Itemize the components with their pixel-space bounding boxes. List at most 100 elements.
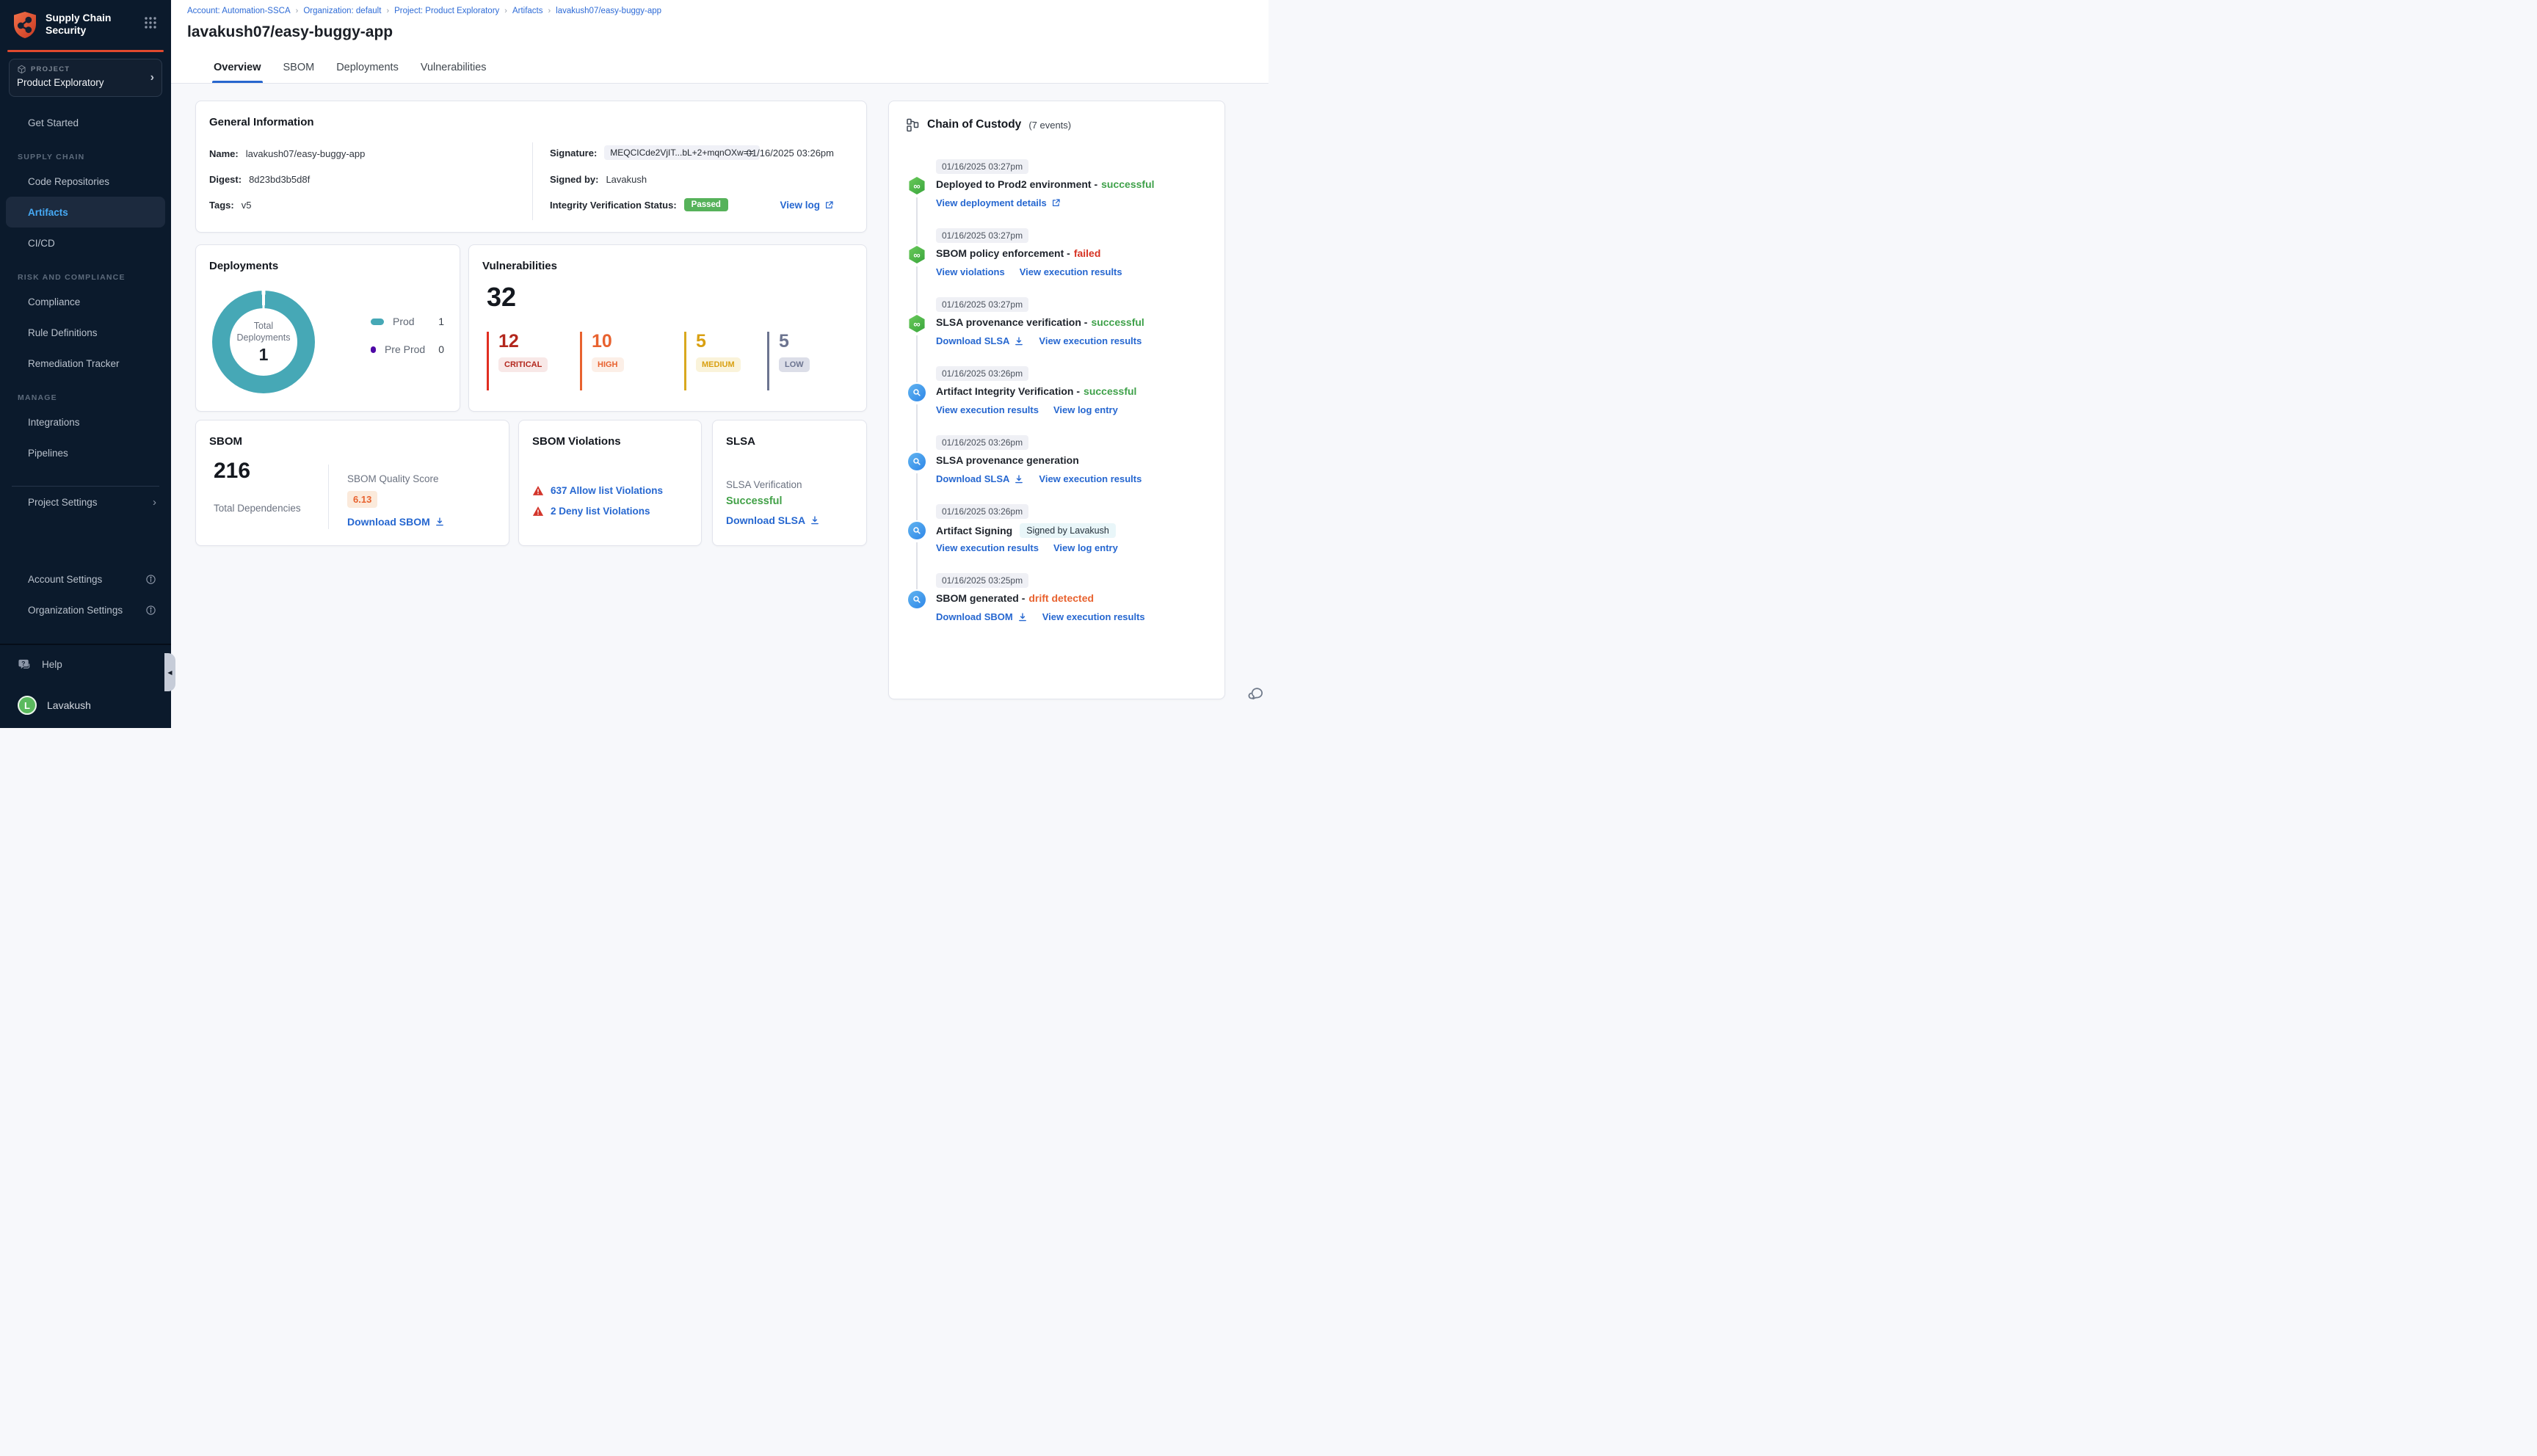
sidebar-item-compliance[interactable]: Compliance [0,286,171,317]
chevron-right-icon: › [150,71,154,84]
sidebar-collapse-handle[interactable]: ◀ [164,653,175,691]
link-label: View execution results [1042,611,1145,622]
info-icon [145,605,156,616]
link-view-log-entry[interactable]: View log entry [1053,404,1118,415]
event-title: Artifact Integrity Verification - success… [936,385,1136,397]
link-view-execution-results[interactable]: View execution results [1042,611,1145,622]
supply-chain-shield-icon [12,10,38,40]
sidebar-item-remediation-tracker[interactable]: Remediation Tracker [0,348,171,379]
link-download-slsa[interactable]: Download SLSA [936,335,1024,346]
signed-by-chip: Signed by Lavakush [1020,523,1116,538]
event-status-fail: failed [1073,247,1101,259]
event-title-text: SLSA provenance verification - [936,316,1088,328]
download-sbom-link[interactable]: Download SBOM [347,516,445,528]
sidebar-item-ci-cd[interactable]: CI/CD [0,228,171,258]
sidebar-item-project-settings[interactable]: Project Settings › [0,487,171,517]
link-label: View execution results [936,542,1039,553]
severity-block-critical: 12 CRITICAL [487,332,548,390]
sidebar-item-integrations[interactable]: Integrations [0,407,171,437]
link-download-slsa[interactable]: Download SLSA [936,473,1024,484]
breadcrumb-link-artifacts[interactable]: Artifacts [512,7,543,15]
sidebar-item-label: Remediation Tracker [28,357,120,369]
link-view-execution-results[interactable]: View execution results [1039,335,1142,346]
breadcrumb-link-account-automation-ssca[interactable]: Account: Automation-SSCA [187,7,291,15]
event-links: View deployment details [936,197,1061,208]
sbom-card: SBOM 216 Total Dependencies SBOM Quality… [195,420,509,546]
sidebar-nav: Get Started SUPPLY CHAIN Code Repositories… [0,107,171,517]
sidebar-item-label: Account Settings [28,573,103,585]
breadcrumb-link-lavakush07-easy-buggy-app[interactable]: lavakush07/easy-buggy-app [556,7,661,15]
breadcrumb-chevron-icon: › [548,7,551,15]
donut-center-label: Total Deployments [236,320,291,343]
event-title: Deployed to Prod2 environment - successfu… [936,178,1155,190]
sidebar-item-account-settings[interactable]: Account Settings [0,564,171,594]
severity-block-high: 10 HIGH [580,332,624,390]
link-label: Download SLSA [936,473,1010,484]
donut-total-value: 1 [258,344,269,364]
project-cube-icon [17,65,26,74]
sbom-total-dependencies-value: 216 [214,459,251,483]
sidebar-item-rule-definitions[interactable]: Rule Definitions [0,317,171,348]
tab-vulnerabilities[interactable]: Vulnerabilities [419,62,488,83]
module-title-line1: Supply Chain [46,12,112,23]
sidebar-item-pipelines[interactable]: Pipelines [0,437,171,468]
chain-of-custody-panel: Chain of Custody (7 events) 01/16/2025 0… [888,101,1225,699]
event-connector [916,404,918,451]
link-view-log-entry[interactable]: View log entry [1053,542,1118,553]
chevron-right-icon: › [153,495,156,509]
breadcrumb-link-project-product-exploratory[interactable]: Project: Product Exploratory [394,7,499,15]
event-status-success: successful [1091,316,1144,328]
breadcrumb-chevron-icon: › [386,7,390,15]
event-timestamp: 01/16/2025 03:27pm [936,159,1029,174]
project-selector-label: PROJECT [31,65,70,73]
link-view-violations[interactable]: View violations [936,266,1005,277]
link-view-execution-results[interactable]: View execution results [1020,266,1122,277]
feedback-chat-icon[interactable] [1246,685,1266,705]
violation-link-637-allow-list-violations[interactable]: 637 Allow list Violations [551,485,663,496]
sidebar-item-code-repositories[interactable]: Code Repositories [0,166,171,197]
sidebar-item-help[interactable]: ? Help [0,649,171,680]
user-name: Lavakush [47,699,91,711]
sidebar-item-label: Help [42,658,62,670]
link-label: View execution results [1019,266,1122,277]
event-links: Download SLSA View execution results [936,473,1142,484]
link-view-execution-results[interactable]: View execution results [1039,473,1142,484]
sidebar-section-supply-chain: SUPPLY CHAIN [18,153,85,161]
link-label: View violations [936,266,1005,277]
event-timestamp: 01/16/2025 03:25pm [936,573,1029,588]
link-view-deployment-details[interactable]: View deployment details [936,197,1061,208]
breadcrumb-link-organization-default[interactable]: Organization: default [303,7,381,15]
legend-swatch [371,346,376,353]
project-selector[interactable]: PROJECT Product Exploratory › [9,59,162,97]
tab-overview[interactable]: Overview [212,62,263,83]
event-connector [916,266,918,313]
link-view-execution-results[interactable]: View execution results [936,542,1039,553]
severity-count: 10 [592,331,612,352]
tab-deployments[interactable]: Deployments [335,62,400,83]
sbom-quality-score-label: SBOM Quality Score [347,473,439,484]
view-log-link[interactable]: View log [780,200,834,211]
module-switcher-waffle-icon[interactable] [144,16,157,29]
violation-link-2-deny-list-violations[interactable]: 2 Deny list Violations [551,506,650,517]
tab-sbom[interactable]: SBOM [282,62,316,83]
scan-event-icon [908,384,926,401]
link-download-sbom[interactable]: Download SBOM [936,611,1028,622]
sidebar-item-artifacts[interactable]: Artifacts [6,197,165,228]
link-label: View deployment details [936,197,1047,208]
download-slsa-link[interactable]: Download SLSA [726,514,820,526]
signed-by-value: Lavakush [606,174,647,185]
module-title-line2: Security [46,24,87,36]
sidebar-user-menu[interactable]: L Lavakush [0,690,171,721]
sidebar-item-get-started[interactable]: Get Started [0,107,171,138]
deployments-legend: Prod 1 Pre Prod 0 [371,316,444,371]
signature-value-chip[interactable]: MEQCICde2VjIT...bL+2+mqnOXw== [604,145,760,160]
severity-block-low: 5 LOW [767,332,810,390]
severity-badge: HIGH [592,357,624,372]
event-title-text: SLSA provenance generation [936,454,1079,466]
deployments-donut-chart: Total Deployments 1 [212,291,315,393]
link-view-execution-results[interactable]: View execution results [936,404,1039,415]
pipeline-event-icon: ∞ [908,315,926,332]
sidebar-item-organization-settings[interactable]: Organization Settings [0,594,171,625]
event-connector [916,542,918,589]
slsa-title: SLSA [726,435,756,448]
